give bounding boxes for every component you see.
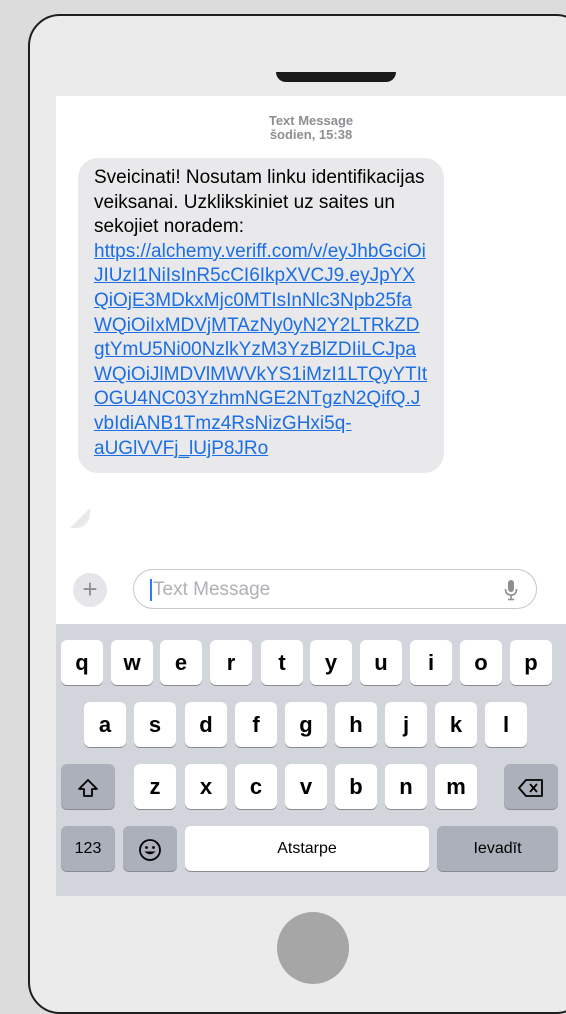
key-n[interactable]: n [385, 764, 427, 809]
keyboard: q w e r t y u i o p a s d f g h j k l z … [56, 624, 566, 896]
text-cursor [150, 579, 152, 601]
plus-icon[interactable]: + [73, 573, 107, 607]
key-j[interactable]: j [385, 702, 427, 747]
key-a[interactable]: a [84, 702, 126, 747]
key-o[interactable]: o [460, 640, 502, 685]
phone-speaker [276, 72, 396, 82]
backspace-icon [518, 779, 543, 798]
message-link[interactable]: https://alchemy.veriff.com/v/eyJhbGciOiJ… [94, 241, 427, 459]
message-type-label: Text Message [268, 113, 354, 128]
key-g[interactable]: g [285, 702, 327, 747]
microphone-icon[interactable] [504, 579, 518, 601]
key-e[interactable]: e [160, 640, 202, 685]
key-v[interactable]: v [285, 764, 327, 809]
shift-icon [78, 779, 98, 798]
key-w[interactable]: w [111, 640, 153, 685]
message-text: Sveicinati! Nosutam linku identifikacija… [94, 167, 425, 238]
key-b[interactable]: b [335, 764, 377, 809]
conversation-header: Text Message šodien, 15:38 [56, 114, 566, 142]
key-t[interactable]: t [261, 640, 303, 685]
bubble-tail [70, 508, 90, 528]
emoji-icon [139, 839, 161, 862]
key-y[interactable]: y [310, 640, 352, 685]
messages-screen: Text Message šodien, 15:38 Sveicinati! N… [56, 96, 566, 896]
emoji-key[interactable] [123, 826, 177, 871]
message-timestamp: šodien, 15:38 [269, 127, 353, 142]
message-bubble: Sveicinati! Nosutam linku identifikacija… [78, 158, 444, 474]
key-k[interactable]: k [435, 702, 477, 747]
key-l[interactable]: l [485, 702, 527, 747]
key-x[interactable]: x [185, 764, 227, 809]
key-i[interactable]: i [410, 640, 452, 685]
key-u[interactable]: u [360, 640, 402, 685]
home-button[interactable] [277, 912, 349, 984]
key-r[interactable]: r [210, 640, 252, 685]
message-input[interactable]: Text Message [133, 569, 537, 609]
key-h[interactable]: h [335, 702, 377, 747]
key-s[interactable]: s [134, 702, 176, 747]
key-q[interactable]: q [61, 640, 103, 685]
key-z[interactable]: z [134, 764, 176, 809]
delete-key[interactable] [504, 764, 558, 809]
shift-key[interactable] [61, 764, 115, 809]
key-d[interactable]: d [185, 702, 227, 747]
return-key[interactable]: Ievadīt [437, 826, 558, 871]
key-f[interactable]: f [235, 702, 277, 747]
key-m[interactable]: m [435, 764, 477, 809]
key-p[interactable]: p [510, 640, 552, 685]
message-input-placeholder: Text Message [153, 579, 271, 600]
key-c[interactable]: c [235, 764, 277, 809]
numbers-key[interactable]: 123 [61, 826, 115, 871]
space-key[interactable]: Atstarpe [185, 826, 429, 871]
